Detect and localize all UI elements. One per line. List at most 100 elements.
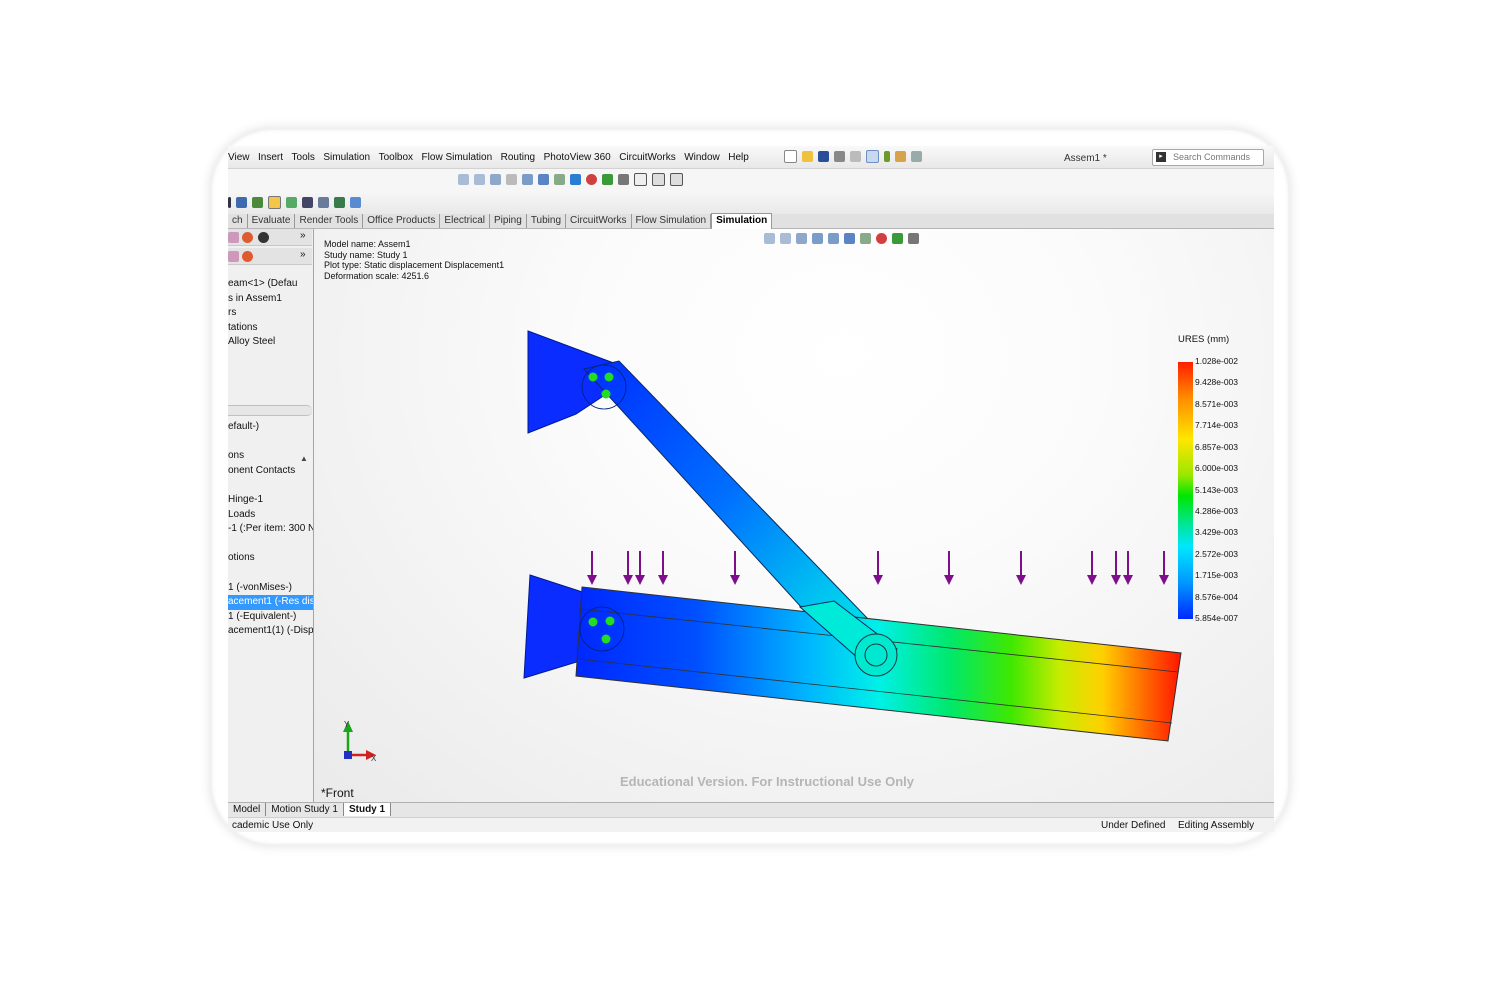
deformed-result-icon[interactable]: [318, 197, 329, 208]
rebuild-icon[interactable]: [884, 151, 890, 162]
load-arrows: [587, 551, 1169, 585]
search-commands-input[interactable]: ▸ Search Commands: [1152, 149, 1264, 166]
select-arrow-icon[interactable]: [866, 150, 879, 163]
menu-item-photoview-360[interactable]: PhotoView 360: [544, 152, 611, 163]
tab-simulation[interactable]: Simulation: [711, 213, 773, 229]
coordinate-triad: Y X: [343, 720, 377, 763]
command-tabs: ch Evaluate Render Tools Office Products El…: [228, 213, 1274, 229]
tab-tubing[interactable]: Tubing: [527, 214, 567, 228]
fixture-marker: [601, 389, 611, 399]
panel-splitter[interactable]: [228, 405, 312, 416]
feature-tree-item[interactable]: tations: [228, 321, 298, 336]
rotate-icon[interactable]: [570, 174, 581, 185]
menu-item-view[interactable]: View: [228, 152, 250, 163]
menu-item-routing[interactable]: Routing: [501, 152, 535, 163]
study-tree-item[interactable]: [228, 566, 313, 581]
config-manager-icon[interactable]: [258, 232, 269, 243]
open-folder-icon[interactable]: [802, 151, 813, 162]
scene-icon[interactable]: [602, 174, 613, 185]
legend-value: 5.143e-003: [1195, 484, 1239, 495]
menu-item-flow-simulation[interactable]: Flow Simulation: [422, 152, 493, 163]
educational-watermark: Educational Version. For Instructional U…: [620, 774, 915, 789]
single-view-icon[interactable]: [634, 173, 647, 186]
tab-flow-simulation[interactable]: Flow Simulation: [632, 214, 712, 228]
graphics-area[interactable]: Model name: Assem1 Study name: Study 1 P…: [314, 229, 1274, 802]
study-tree-item[interactable]: [228, 537, 313, 552]
print-icon[interactable]: [834, 151, 845, 162]
study-tree-item[interactable]: acement1 (-Res dis: [228, 595, 313, 610]
new-document-icon[interactable]: [784, 150, 797, 163]
menu-item-simulation[interactable]: Simulation: [323, 152, 370, 163]
dim-xpert-icon[interactable]: [228, 251, 239, 262]
expand-chevron-2-icon[interactable]: »: [300, 249, 306, 260]
feature-tree-item[interactable]: Alloy Steel: [228, 335, 298, 350]
zoom-fit-icon[interactable]: [458, 174, 469, 185]
tab-piping[interactable]: Piping: [490, 214, 527, 228]
display-manager-icon[interactable]: [242, 232, 253, 243]
study-tree-item[interactable]: [228, 435, 313, 450]
tab-evaluate[interactable]: Evaluate: [248, 214, 296, 228]
study-tree-item[interactable]: Hinge-1: [228, 493, 313, 508]
study-tree-item[interactable]: efault-): [228, 420, 313, 435]
file-properties-icon[interactable]: [895, 151, 906, 162]
load-arrow: [1123, 551, 1133, 585]
mesh-icon[interactable]: [268, 196, 281, 209]
feature-tree-item[interactable]: eam<1> (Defau: [228, 277, 298, 292]
view-settings-icon[interactable]: [618, 174, 629, 185]
run-icon[interactable]: [286, 197, 297, 208]
fixtures-icon[interactable]: [252, 197, 263, 208]
menu-item-tools[interactable]: Tools: [292, 152, 315, 163]
command-manager-icons: [228, 196, 366, 209]
compare-results-icon[interactable]: [334, 197, 345, 208]
two-view-icon[interactable]: [652, 173, 665, 186]
display-style-icon[interactable]: [538, 174, 549, 185]
fixture-marker: [588, 617, 598, 627]
zoom-area-icon[interactable]: [474, 174, 485, 185]
study-tree-item[interactable]: 1 (-Equivalent-): [228, 610, 313, 625]
menu-item-toolbox[interactable]: Toolbox: [379, 152, 413, 163]
legend-value: 8.576e-004: [1195, 591, 1239, 602]
results-advisor-icon[interactable]: [302, 197, 313, 208]
tab-render-tools[interactable]: Render Tools: [295, 214, 364, 228]
study-tree-item[interactable]: otions: [228, 551, 313, 566]
options-icon[interactable]: [911, 151, 922, 162]
study-tree-item[interactable]: acement1(1) (-Displ: [228, 624, 313, 639]
view-orientation-icon[interactable]: [522, 174, 533, 185]
menu-item-circuitworks[interactable]: CircuitWorks: [619, 152, 675, 163]
study-tree-item[interactable]: 1 (-vonMises-): [228, 581, 313, 596]
load-arrow: [623, 551, 633, 585]
hide-show-icon[interactable]: [554, 174, 565, 185]
appearances-icon[interactable]: [242, 251, 253, 262]
undo-icon[interactable]: [850, 151, 861, 162]
study-tree-item[interactable]: [228, 478, 313, 493]
legend-value: 7.714e-003: [1195, 420, 1239, 431]
previous-view-icon[interactable]: [490, 174, 501, 185]
study-tab-motion-study-1[interactable]: Motion Study 1: [266, 803, 344, 816]
menu-item-window[interactable]: Window: [684, 152, 720, 163]
tab-electrical[interactable]: Electrical: [440, 214, 490, 228]
tab-office-products[interactable]: Office Products: [363, 214, 441, 228]
tab-circuitworks[interactable]: CircuitWorks: [566, 214, 632, 228]
property-manager-icon[interactable]: [228, 232, 239, 243]
save-icon[interactable]: [818, 151, 829, 162]
feature-tree-item[interactable]: rs: [228, 306, 298, 321]
menu-item-insert[interactable]: Insert: [258, 152, 283, 163]
study-tree-item[interactable]: Loads: [228, 508, 313, 523]
study-tree-item[interactable]: -1 (:Per item: 300 N: [228, 522, 313, 537]
section-view-icon[interactable]: [506, 174, 517, 185]
study-tab-model[interactable]: Model: [228, 803, 267, 816]
study-advisor-icon[interactable]: [236, 197, 247, 208]
feature-tree-item[interactable]: s in Assem1: [228, 292, 298, 307]
appearance-icon[interactable]: [586, 174, 597, 185]
study-tree-item[interactable]: ons: [228, 449, 313, 464]
study-tab-study-1[interactable]: Study 1: [343, 803, 392, 816]
four-view-icon[interactable]: [670, 173, 683, 186]
legend-value: 6.857e-003: [1195, 441, 1239, 452]
expand-chevron-icon[interactable]: »: [300, 230, 306, 241]
legend-value: 2.572e-003: [1195, 548, 1239, 559]
design-insight-icon[interactable]: [350, 197, 361, 208]
feature-manager-panel: » » eam<1> (Defau s in Assem1 rs tations All…: [228, 229, 314, 802]
menu-item-help[interactable]: Help: [728, 152, 749, 163]
study-tree-item[interactable]: onent Contacts: [228, 464, 313, 479]
tab-sketch[interactable]: ch: [228, 214, 248, 228]
